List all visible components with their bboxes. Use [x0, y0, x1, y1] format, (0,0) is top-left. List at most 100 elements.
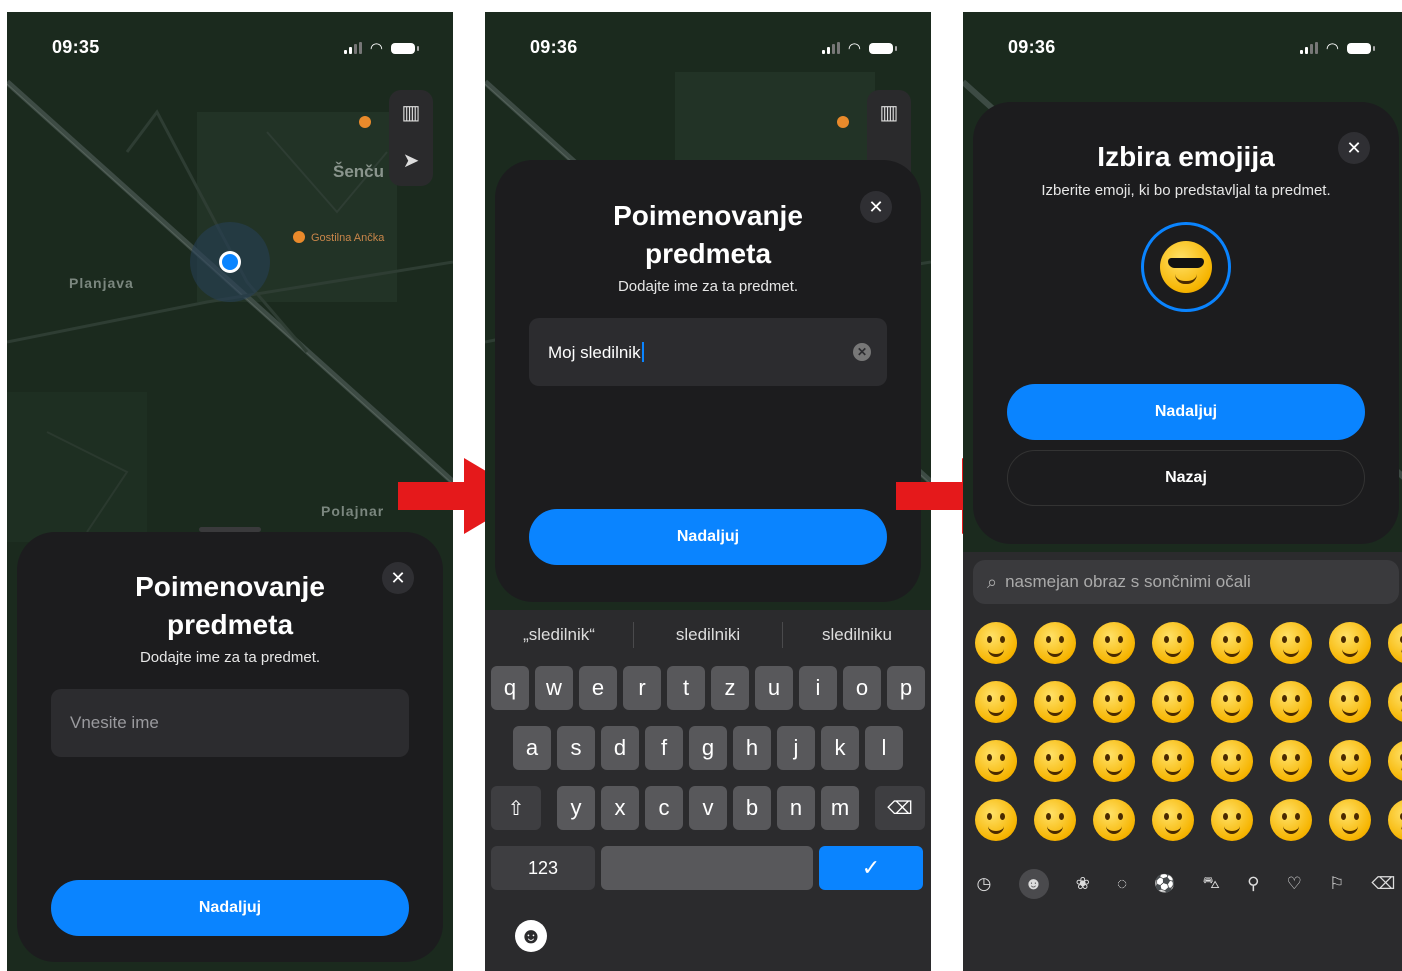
key-h[interactable]: h [733, 726, 771, 770]
emoji-icon[interactable] [1211, 622, 1253, 664]
key-p[interactable]: p [887, 666, 925, 710]
emoji-icon[interactable] [1034, 681, 1076, 723]
emoji-icon[interactable] [1388, 622, 1402, 664]
emoji-keyboard-icon[interactable]: ☻ [515, 920, 547, 952]
car-icon[interactable]: ⛍ [1202, 873, 1220, 895]
key-i[interactable]: i [799, 666, 837, 710]
map-mode-icon[interactable]: ▥ [877, 100, 901, 124]
emoji-icon[interactable] [1211, 681, 1253, 723]
continue-button[interactable]: Nadaljuj [1007, 384, 1365, 440]
key-w[interactable]: w [535, 666, 573, 710]
key-u[interactable]: u [755, 666, 793, 710]
emoji-icon[interactable] [1093, 622, 1135, 664]
emoji-icon[interactable] [1388, 799, 1402, 841]
name-input-value: Moj sledilnik [548, 342, 644, 363]
name-item-sheet: ✕ Poimenovanje predmeta Dodajte ime za t… [495, 160, 921, 602]
key-n[interactable]: n [777, 786, 815, 830]
emoji-icon[interactable] [1329, 799, 1371, 841]
backspace-key[interactable]: ⌫ [875, 786, 925, 830]
emoji-icon[interactable] [1093, 740, 1135, 782]
key-o[interactable]: o [843, 666, 881, 710]
key-y[interactable]: y [557, 786, 595, 830]
key-d[interactable]: d [601, 726, 639, 770]
selected-emoji[interactable] [1141, 222, 1231, 312]
smiley-icon[interactable]: ☻ [1018, 869, 1049, 899]
emoji-icon[interactable] [1388, 740, 1402, 782]
name-input[interactable]: Vnesite ime [51, 689, 409, 757]
map-label-gostilna: Gostilna Ančka [311, 232, 385, 244]
key-l[interactable]: l [865, 726, 903, 770]
key-b[interactable]: b [733, 786, 771, 830]
key-v[interactable]: v [689, 786, 727, 830]
key-z[interactable]: z [711, 666, 749, 710]
emoji-icon[interactable] [1152, 740, 1194, 782]
key-q[interactable]: q [491, 666, 529, 710]
emoji-icon[interactable] [975, 681, 1017, 723]
key-a[interactable]: a [513, 726, 551, 770]
back-button[interactable]: Nazaj [1007, 450, 1365, 506]
emoji-search-field[interactable]: ⌕ nasmejan obraz s sončnimi očali [973, 560, 1399, 604]
numbers-key[interactable]: 123 [491, 846, 595, 890]
emoji-icon[interactable] [1211, 799, 1253, 841]
key-j[interactable]: j [777, 726, 815, 770]
suggestion-3[interactable]: sledilniku [783, 625, 931, 645]
emoji-icon[interactable] [1034, 740, 1076, 782]
battery-icon [391, 42, 419, 54]
key-s[interactable]: s [557, 726, 595, 770]
done-key[interactable]: ✓ [819, 846, 923, 890]
clock-icon[interactable]: ◷ [977, 874, 992, 894]
emoji-icon[interactable] [1329, 681, 1371, 723]
location-arrow-icon[interactable]: ➤ [399, 148, 423, 172]
search-icon: ⌕ [987, 571, 998, 592]
suggestion-2[interactable]: sledilniki [634, 625, 782, 645]
food-icon[interactable]: ◌ [1117, 874, 1127, 894]
map-mode-icon[interactable]: ▥ [399, 100, 423, 124]
backspace-icon[interactable]: ⌫ [1371, 874, 1395, 894]
key-f[interactable]: f [645, 726, 683, 770]
space-key[interactable] [601, 846, 813, 890]
suggestion-1[interactable]: „sledilnik“ [485, 625, 633, 645]
continue-button[interactable]: Nadaljuj [529, 509, 887, 565]
key-m[interactable]: m [821, 786, 859, 830]
flag-icon[interactable]: ⚐ [1329, 874, 1344, 894]
animal-icon[interactable]: ❀ [1076, 874, 1090, 894]
emoji-icon[interactable] [1388, 681, 1402, 723]
emoji-icon[interactable] [975, 622, 1017, 664]
emoji-icon[interactable] [1270, 740, 1312, 782]
emoji-icon[interactable] [1270, 681, 1312, 723]
key-c[interactable]: c [645, 786, 683, 830]
heart-icon[interactable]: ♡ [1287, 874, 1302, 894]
key-t[interactable]: t [667, 666, 705, 710]
emoji-icon[interactable] [1152, 622, 1194, 664]
emoji-icon[interactable] [1093, 681, 1135, 723]
emoji-icon[interactable] [1152, 799, 1194, 841]
sheet-grabber[interactable] [199, 527, 261, 532]
emoji-icon[interactable] [1093, 799, 1135, 841]
emoji-icon[interactable] [1034, 799, 1076, 841]
emoji-icon[interactable] [975, 740, 1017, 782]
emoji-icon[interactable] [1270, 622, 1312, 664]
emoji-icon[interactable] [1329, 740, 1371, 782]
continue-button[interactable]: Nadaljuj [51, 880, 409, 936]
key-r[interactable]: r [623, 666, 661, 710]
clear-text-button[interactable]: ✕ [853, 343, 871, 361]
emoji-icon[interactable] [1270, 799, 1312, 841]
key-e[interactable]: e [579, 666, 617, 710]
status-time: 09:35 [52, 37, 100, 57]
name-input[interactable]: Moj sledilnik ✕ [529, 318, 887, 386]
emoji-icon[interactable] [1152, 681, 1194, 723]
emoji-icon[interactable] [1211, 740, 1253, 782]
emoji-icon[interactable] [975, 799, 1017, 841]
keyboard: „sledilnik“ sledilniki sledilniku q w e … [485, 610, 931, 971]
emoji-icon[interactable] [1329, 622, 1371, 664]
key-g[interactable]: g [689, 726, 727, 770]
emoji-search-text: nasmejan obraz s sončnimi očali [1005, 572, 1251, 591]
shift-key[interactable]: ⇧ [491, 786, 541, 830]
ball-icon[interactable]: ⚽ [1154, 874, 1175, 894]
key-k[interactable]: k [821, 726, 859, 770]
key-x[interactable]: x [601, 786, 639, 830]
status-time: 09:36 [530, 37, 578, 57]
sheet-title: Izbira emojija [1097, 141, 1275, 172]
bulb-icon[interactable]: ⚲ [1247, 874, 1259, 894]
emoji-icon[interactable] [1034, 622, 1076, 664]
